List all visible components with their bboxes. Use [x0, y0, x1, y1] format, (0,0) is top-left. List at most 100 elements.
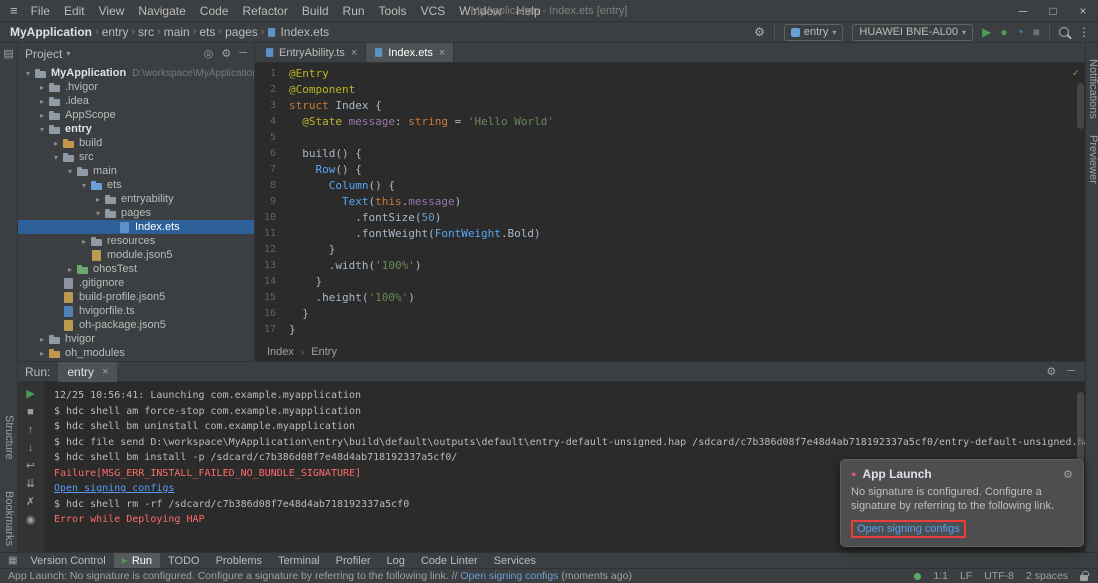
- breadcrumb-ets[interactable]: ets: [197, 25, 217, 39]
- editor-scrollbar[interactable]: [1077, 83, 1084, 129]
- soft-wrap-icon[interactable]: ↩: [26, 461, 35, 472]
- stop-button[interactable]: ■: [1033, 26, 1040, 38]
- menu-help[interactable]: Help: [509, 0, 548, 22]
- breadcrumb-entry[interactable]: Entry: [311, 346, 337, 358]
- tree-item-idea[interactable]: ▸.idea: [18, 94, 254, 108]
- close-tab-icon[interactable]: ×: [102, 366, 108, 378]
- tree-expand-arrow[interactable]: ▸: [36, 349, 48, 358]
- editor-tab-entryability-ts[interactable]: EntryAbility.ts×: [257, 43, 366, 62]
- breadcrumb-index-ets[interactable]: Index.ets: [265, 25, 331, 39]
- tree-item-pages[interactable]: ▾pages: [18, 206, 254, 220]
- toolwindow-problems[interactable]: Problems: [208, 553, 270, 568]
- caret-position[interactable]: 1:1: [933, 570, 948, 582]
- tree-expand-arrow[interactable]: ▸: [92, 195, 104, 204]
- tree-expand-arrow[interactable]: ▸: [36, 111, 48, 120]
- breadcrumb-entry[interactable]: entry: [100, 25, 131, 39]
- toolwindow-services[interactable]: Services: [486, 553, 544, 568]
- tree-item-build-profile-json5[interactable]: build-profile.json5: [18, 290, 254, 304]
- tree-item-hvigor[interactable]: ▸.hvigor: [18, 80, 254, 94]
- device-select[interactable]: HUAWEI BNE-AL00 ▾: [852, 24, 973, 41]
- stop-icon[interactable]: ■: [27, 407, 34, 418]
- menu-run[interactable]: Run: [336, 0, 372, 22]
- tree-item-hvigor[interactable]: ▸hvigor: [18, 332, 254, 346]
- tree-collapse-arrow[interactable]: ▾: [22, 69, 34, 78]
- toolwindow-terminal[interactable]: Terminal: [270, 553, 328, 568]
- toolwindow-previewer-button[interactable]: Previewer: [1087, 135, 1098, 184]
- settings-icon[interactable]: ⚙: [221, 47, 231, 60]
- menu-navigate[interactable]: Navigate: [131, 0, 192, 22]
- tree-expand-arrow[interactable]: ▸: [78, 237, 90, 246]
- tree-item-src[interactable]: ▾src: [18, 150, 254, 164]
- settings-gear-icon[interactable]: ⚙: [754, 26, 765, 38]
- menu-window[interactable]: Window: [452, 0, 509, 22]
- scroll-to-end-icon[interactable]: ⇊: [26, 479, 35, 490]
- rerun-icon[interactable]: ▶: [26, 389, 34, 400]
- close-button[interactable]: ×: [1068, 0, 1098, 21]
- stack-up-icon[interactable]: ↑: [28, 425, 34, 436]
- editor-tab-index-ets[interactable]: Index.ets×: [366, 43, 454, 62]
- tree-item-oh-modules[interactable]: ▸oh_modules: [18, 346, 254, 360]
- tree-collapse-arrow[interactable]: ▾: [92, 209, 104, 218]
- open-signing-configs-link[interactable]: Open signing configs: [851, 520, 966, 538]
- project-view-selector[interactable]: Project ▾: [25, 47, 70, 61]
- locate-file-icon[interactable]: ◎: [204, 47, 214, 60]
- more-actions-icon[interactable]: ⋮: [1078, 26, 1090, 38]
- scrollbar-thumb[interactable]: [1077, 392, 1084, 462]
- toolwindow-profiler[interactable]: Profiler: [328, 553, 379, 568]
- settings-icon[interactable]: ⚙: [1046, 365, 1056, 378]
- tree-collapse-arrow[interactable]: ▾: [78, 181, 90, 190]
- run-tab-entry[interactable]: entry ×: [58, 362, 117, 382]
- toolwindow-todo[interactable]: TODO: [160, 553, 208, 568]
- write-lock-icon[interactable]: [1080, 575, 1088, 581]
- breadcrumb-myapplication[interactable]: MyApplication: [8, 25, 94, 39]
- project-toolwindow-icon[interactable]: ▤: [2, 48, 15, 61]
- pin-icon[interactable]: ◉: [26, 515, 36, 526]
- run-button[interactable]: ▶: [982, 26, 991, 38]
- console-open-signing-configs-link[interactable]: Open signing configs: [54, 483, 174, 494]
- clear-console-icon[interactable]: ✗: [26, 497, 35, 508]
- tree-item-module-json5[interactable]: module.json5: [18, 248, 254, 262]
- breadcrumb-src[interactable]: src: [136, 25, 156, 39]
- tree-expand-arrow[interactable]: ▸: [50, 139, 62, 148]
- toolwindow-version-control[interactable]: Version Control: [22, 553, 113, 568]
- tree-item-index-ets[interactable]: Index.ets: [18, 220, 254, 234]
- search-icon[interactable]: [1059, 27, 1069, 37]
- menu-edit[interactable]: Edit: [57, 0, 92, 22]
- tree-item-oh-package-json5[interactable]: oh-package.json5: [18, 318, 254, 332]
- tree-item-hvigorfile-ts[interactable]: hvigorfile.ts: [18, 304, 254, 318]
- maximize-button[interactable]: □: [1038, 0, 1068, 21]
- notification-settings-icon[interactable]: ⚙: [1063, 468, 1073, 481]
- encoding[interactable]: UTF-8: [984, 570, 1014, 582]
- code-editor[interactable]: 1@Entry2@Component3struct Index {4 @Stat…: [255, 63, 1085, 343]
- toolwindow-structure-button[interactable]: Structure: [3, 415, 15, 460]
- tree-collapse-arrow[interactable]: ▾: [64, 167, 76, 176]
- tree-item-build[interactable]: ▸build: [18, 136, 254, 150]
- tree-item-main[interactable]: ▾main: [18, 164, 254, 178]
- main-menu-icon[interactable]: ≡: [4, 3, 24, 18]
- toolwindow-switcher-icon[interactable]: ▦: [3, 555, 22, 566]
- breadcrumb-main[interactable]: main: [162, 25, 192, 39]
- close-tab-icon[interactable]: ×: [439, 47, 445, 59]
- profile-button[interactable]: ◔: [1017, 26, 1024, 38]
- minimize-button[interactable]: ─: [1008, 0, 1038, 21]
- toolwindow-log[interactable]: Log: [378, 553, 412, 568]
- menu-code[interactable]: Code: [193, 0, 236, 22]
- toolwindow-run[interactable]: ▶Run: [114, 553, 160, 568]
- tree-expand-arrow[interactable]: ▸: [64, 265, 76, 274]
- tree-expand-arrow[interactable]: ▸: [36, 335, 48, 344]
- line-ending[interactable]: LF: [960, 570, 972, 582]
- hide-panel-icon[interactable]: ─: [1067, 365, 1075, 378]
- tree-expand-arrow[interactable]: ▸: [36, 83, 48, 92]
- stack-down-icon[interactable]: ↓: [28, 443, 34, 454]
- tree-item-gitignore[interactable]: .gitignore: [18, 276, 254, 290]
- tree-item-appscope[interactable]: ▸AppScope: [18, 108, 254, 122]
- toolwindow-notifications-button[interactable]: Notifications: [1087, 59, 1098, 119]
- tree-item-entry[interactable]: ▾entry: [18, 122, 254, 136]
- menu-view[interactable]: View: [92, 0, 132, 22]
- run-config-select[interactable]: entry ▾: [784, 24, 843, 41]
- toolwindow-bookmarks-button[interactable]: Bookmarks: [3, 491, 15, 546]
- menu-refactor[interactable]: Refactor: [235, 0, 294, 22]
- menu-vcs[interactable]: VCS: [414, 0, 453, 22]
- tree-item-entryability[interactable]: ▸entryability: [18, 192, 254, 206]
- tree-collapse-arrow[interactable]: ▾: [36, 125, 48, 134]
